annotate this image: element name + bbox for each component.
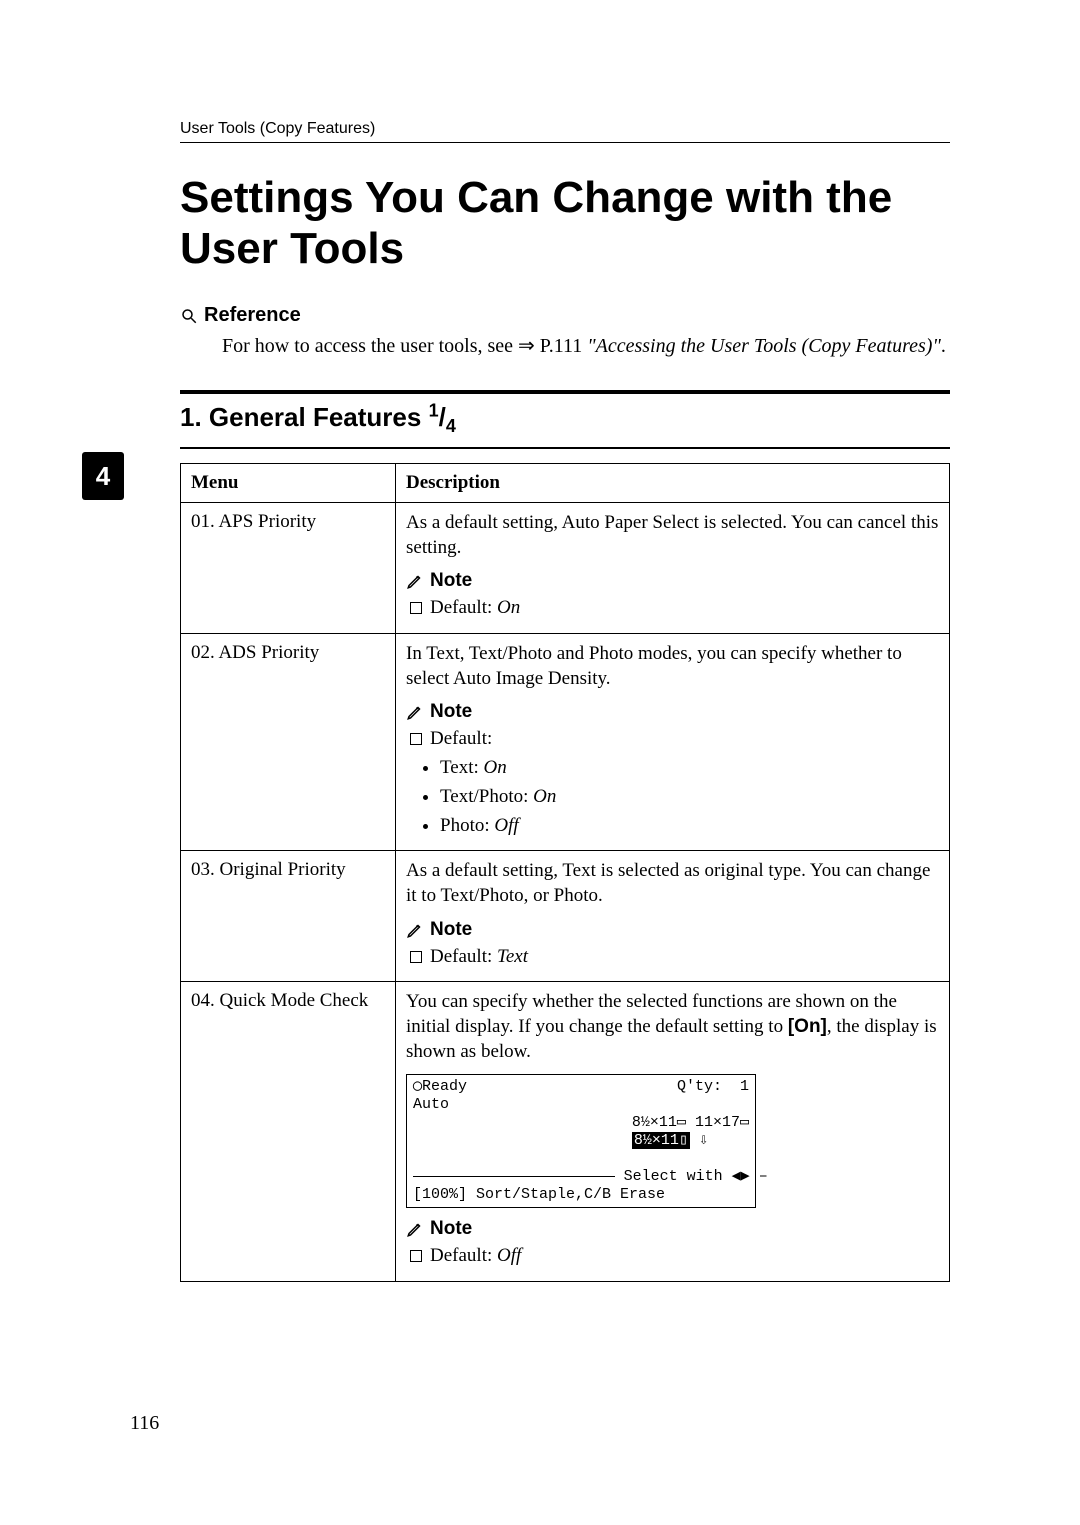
list-item: Photo: Off [440,814,939,839]
note-item: Default: [406,727,939,752]
list-item: Text/Photo: On [440,785,939,810]
th-description: Description [396,464,950,503]
lcd-status: ◯Ready [413,1078,467,1096]
menu-cell: 02. ADS Priority [181,634,396,851]
page-number: 116 [130,1412,159,1435]
table-row: 03. Original Priority As a default setti… [181,851,950,982]
lcd-rule-tail: – [759,1168,768,1185]
reference-block: Reference For how to access the user too… [180,304,950,360]
desc-cell: As a default setting, Text is selected a… [396,851,950,982]
table-row: 01. APS Priority As a default setting, A… [181,503,950,634]
list-item: Text: On [440,756,939,781]
menu-cell: 03. Original Priority [181,851,396,982]
desc-cell: In Text, Text/Photo and Photo modes, you… [396,634,950,851]
pencil-icon [406,921,424,939]
desc-text: You can specify whether the selected fun… [406,990,939,1064]
note-label: Note [430,701,472,723]
menu-cell: 04. Quick Mode Check [181,982,396,1282]
lcd-bypass-icon: ⇩ [690,1132,708,1149]
chapter-tab: 4 [82,452,124,500]
lcd-auto: Auto [413,1096,449,1168]
default-sublist: Text: On Text/Photo: On Photo: Off [406,756,939,838]
note-label: Note [430,1218,472,1240]
desc-cell: You can specify whether the selected fun… [396,982,950,1282]
menu-cell: 01. APS Priority [181,503,396,634]
th-menu: Menu [181,464,396,503]
lcd-select-hint: Select with ◀▶ [624,1168,750,1185]
note-item: Default: Text [406,945,939,970]
pencil-icon [406,1220,424,1238]
reference-heading: Reference [204,304,301,327]
section-title: 1. General Features 1/4 [180,402,456,432]
note-label: Note [430,919,472,941]
note-item: Default: Off [406,1244,939,1269]
checkbox-icon [410,733,422,745]
checkbox-icon [410,951,422,963]
search-icon [180,307,198,325]
lcd-preview: ◯Ready Q'ty: 1 Auto 8½×11▭ 11×17▭ 8½×11▯… [406,1074,756,1208]
checkbox-icon [410,1250,422,1262]
note-label: Note [430,570,472,592]
desc-text: As a default setting, Text is selected a… [406,859,939,908]
features-table: Menu Description 01. APS Priority As a d… [180,463,950,1282]
page-title: Settings You Can Change with the User To… [180,173,950,274]
note-item: Default: On [406,596,939,621]
desc-text: As a default setting, Auto Paper Select … [406,511,939,560]
running-header: User Tools (Copy Features) [180,120,950,143]
lcd-footer: [100%] Sort/Staple,C/B Erase [413,1186,749,1204]
section-heading-bar: 1. General Features 1/4 [180,390,950,449]
lcd-tray: 8½×11▭ 11×17▭ [632,1114,749,1131]
table-row: 04. Quick Mode Check You can specify whe… [181,982,950,1282]
table-row: 02. ADS Priority In Text, Text/Photo and… [181,634,950,851]
desc-cell: As a default setting, Auto Paper Select … [396,503,950,634]
reference-body: For how to access the user tools, see ⇒ … [180,333,950,360]
lcd-qty: Q'ty: 1 [677,1078,749,1096]
pencil-icon [406,703,424,721]
lcd-rule [413,1176,615,1177]
checkbox-icon [410,602,422,614]
desc-text: In Text, Text/Photo and Photo modes, you… [406,642,939,691]
lcd-tray-selected: 8½×11▯ [632,1132,690,1149]
pencil-icon [406,572,424,590]
